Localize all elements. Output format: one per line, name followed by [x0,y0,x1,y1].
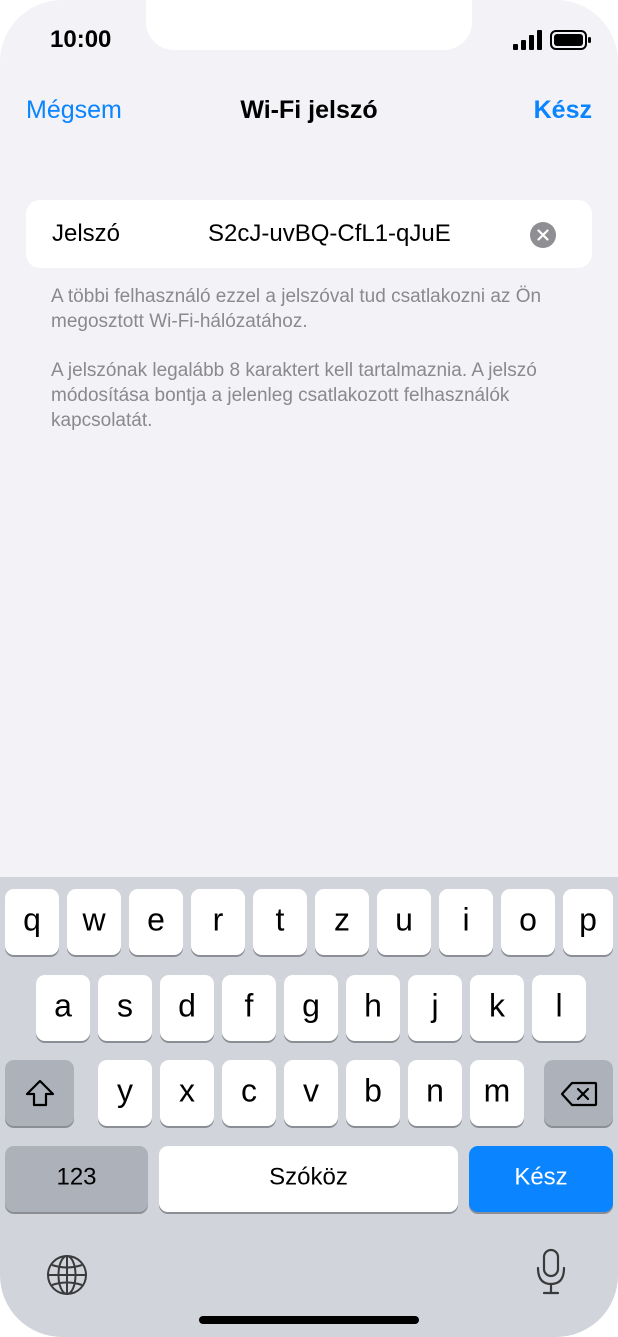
numbers-key[interactable]: 123 [5,1146,148,1212]
key-n[interactable]: n [408,1060,462,1126]
key-l[interactable]: l [532,975,586,1041]
clear-icon[interactable] [530,222,556,248]
key-u[interactable]: u [377,889,431,955]
phone-screen: 10:00 Wi-Fi jelszó Mégsem Kész Jelszó S2… [0,0,618,1337]
key-c[interactable]: c [222,1060,276,1126]
key-j[interactable]: j [408,975,462,1041]
done-button[interactable]: Kész [534,96,592,125]
key-z[interactable]: z [315,889,369,955]
password-field-row[interactable]: Jelszó S2cJ-uvBQ-CfL1-qJuE [26,200,592,268]
key-p[interactable]: p [563,889,613,955]
backspace-icon [560,1081,598,1107]
key-v[interactable]: v [284,1060,338,1126]
navigation-bar: Wi-Fi jelszó Mégsem Kész [0,82,618,138]
key-f[interactable]: f [222,975,276,1041]
battery-icon [550,30,591,50]
key-h[interactable]: h [346,975,400,1041]
space-key[interactable]: Szóköz [159,1146,458,1212]
key-g[interactable]: g [284,975,338,1041]
key-o[interactable]: o [501,889,555,955]
home-indicator[interactable] [199,1316,419,1324]
cancel-button[interactable]: Mégsem [26,96,122,125]
key-b[interactable]: b [346,1060,400,1126]
cellular-signal-icon [513,30,542,50]
shift-key[interactable] [5,1060,74,1126]
key-x[interactable]: x [160,1060,214,1126]
key-q[interactable]: q [5,889,59,955]
key-s[interactable]: s [98,975,152,1041]
footnote-sharing: A többi felhasználó ezzel a jelszóval tu… [51,286,542,332]
key-k[interactable]: k [470,975,524,1041]
password-label: Jelszó [52,220,121,247]
footnote-requirements: A jelszónak legalább 8 karaktert kell ta… [51,360,537,431]
password-input[interactable]: S2cJ-uvBQ-CfL1-qJuE [208,220,451,248]
key-w[interactable]: w [67,889,121,955]
key-t[interactable]: t [253,889,307,955]
key-m[interactable]: m [470,1060,524,1126]
microphone-icon[interactable] [535,1248,567,1296]
key-e[interactable]: e [129,889,183,955]
key-a[interactable]: a [36,975,90,1041]
key-y[interactable]: y [98,1060,152,1126]
key-i[interactable]: i [439,889,493,955]
status-bar: 10:00 [0,0,618,80]
delete-key[interactable] [544,1060,613,1126]
globe-icon[interactable] [46,1254,88,1296]
status-time: 10:00 [50,26,112,53]
shift-icon [25,1079,55,1107]
key-d[interactable]: d [160,975,214,1041]
key-r[interactable]: r [191,889,245,955]
return-key[interactable]: Kész [469,1146,613,1212]
keyboard: q w e r t z u i o p a s d f g h j k l y … [0,877,618,1337]
notch [146,0,472,50]
